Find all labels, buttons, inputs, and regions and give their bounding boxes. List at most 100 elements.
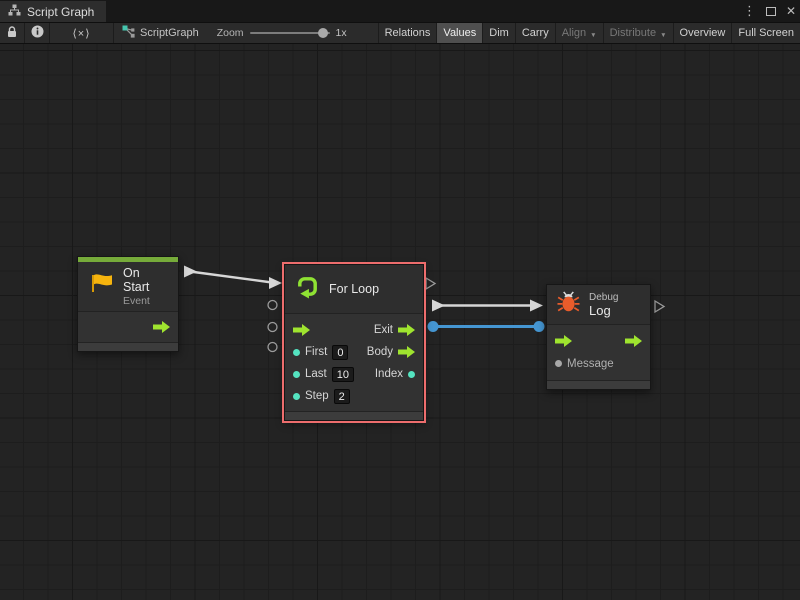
zoom-slider-handle[interactable] [318, 28, 328, 38]
bug-icon [557, 291, 580, 318]
exit-port-label: Exit [374, 324, 393, 336]
for-loop-title: For Loop [329, 282, 379, 296]
flow-arrow-icon [555, 335, 572, 347]
step-port-label: Step [305, 390, 329, 402]
flow-arrow-icon [398, 324, 415, 336]
debug-log-exit-port[interactable] [625, 335, 642, 347]
node-debug-log[interactable]: Debug Log [546, 284, 651, 390]
value-port-icon [293, 393, 300, 400]
connection-body-to-debuglog[interactable] [432, 300, 543, 312]
relations-button[interactable]: Relations [378, 23, 437, 43]
for-loop-body-port[interactable]: Body [367, 346, 415, 358]
last-port-unconnected-circle[interactable] [268, 323, 277, 332]
debug-log-header: Debug Log [547, 285, 650, 324]
flow-arrow-icon [625, 335, 642, 347]
on-start-title: On Start [123, 266, 168, 294]
script-graph-asset-icon [122, 25, 135, 41]
zoom-slider[interactable] [250, 32, 330, 34]
code-preview-button[interactable] [50, 23, 114, 43]
overview-label: Overview [680, 27, 726, 39]
align-button[interactable]: Align [555, 23, 603, 43]
code-icon [72, 27, 90, 40]
node-for-loop[interactable]: For Loop Exit [284, 264, 424, 421]
distribute-button[interactable]: Distribute [603, 23, 673, 43]
chevron-down-icon [590, 27, 596, 39]
graph-toolbar: ScriptGraph Zoom 1x Relations Values Dim… [0, 22, 800, 44]
last-port-label: Last [305, 368, 327, 380]
dim-button[interactable]: Dim [482, 23, 515, 43]
flow-arrow-icon [293, 324, 310, 336]
zoom-label: Zoom [217, 27, 244, 39]
for-loop-index-port[interactable]: Index [375, 368, 415, 380]
overview-button[interactable]: Overview [673, 23, 732, 43]
flow-arrow-icon [153, 321, 170, 333]
on-start-header: On Start Event [78, 262, 178, 311]
flow-arrow-icon [398, 346, 415, 358]
loop-icon [295, 274, 320, 304]
debug-log-category: Debug [589, 292, 618, 303]
on-start-subtitle: Event [123, 295, 168, 307]
full-screen-button[interactable]: Full Screen [731, 23, 800, 43]
step-value-input[interactable]: 2 [334, 389, 350, 404]
value-port-icon [293, 349, 300, 356]
lock-icon [7, 26, 17, 41]
first-port-label: First [305, 346, 327, 358]
on-start-body [78, 311, 178, 342]
values-label: Values [443, 27, 476, 39]
relations-label: Relations [385, 27, 431, 39]
info-button[interactable] [25, 23, 50, 43]
values-button[interactable]: Values [436, 23, 482, 43]
on-start-trigger-output-port[interactable] [153, 321, 170, 333]
last-value-input[interactable]: 10 [332, 367, 354, 382]
carry-label: Carry [522, 27, 549, 39]
zoom-value: 1x [336, 27, 347, 39]
exit-port-unconnected-arrow[interactable] [426, 278, 435, 289]
debug-log-ports: Message [547, 324, 650, 380]
debuglog-output-unconnected-arrow[interactable] [655, 301, 664, 312]
body-port-label: Body [367, 346, 393, 358]
for-loop-header: For Loop [285, 265, 423, 313]
first-port-unconnected-circle[interactable] [268, 301, 277, 310]
info-icon [31, 25, 44, 41]
index-port-label: Index [375, 368, 403, 380]
value-port-icon [293, 371, 300, 378]
message-port-label: Message [567, 358, 614, 370]
lock-button[interactable] [0, 23, 25, 43]
on-start-footer [78, 342, 178, 351]
step-port-unconnected-circle[interactable] [268, 343, 277, 352]
debug-log-footer [547, 380, 650, 389]
value-port-icon [408, 371, 415, 378]
node-on-start[interactable]: On Start Event [77, 256, 179, 352]
full-screen-label: Full Screen [738, 27, 794, 39]
tab-title: Script Graph [27, 5, 94, 19]
window-controls [743, 0, 796, 22]
close-icon[interactable] [786, 2, 796, 20]
for-loop-first-port[interactable]: First 0 [293, 345, 348, 360]
graph-name-label: ScriptGraph [140, 27, 199, 39]
connection-onstart-to-forloop[interactable] [184, 266, 282, 290]
flag-icon [88, 272, 114, 301]
script-graph-window: Script Graph [0, 0, 800, 600]
distribute-label: Distribute [610, 27, 656, 39]
first-value-input[interactable]: 0 [332, 345, 348, 360]
for-loop-enter-port[interactable] [293, 324, 310, 336]
zoom-control: Zoom 1x [209, 23, 355, 43]
debug-log-enter-port[interactable] [555, 335, 572, 347]
dim-label: Dim [489, 27, 509, 39]
align-label: Align [562, 27, 586, 39]
for-loop-ports: Exit First 0 Body [285, 313, 423, 411]
for-loop-last-port[interactable]: Last 10 [293, 367, 354, 382]
for-loop-exit-port[interactable]: Exit [374, 324, 415, 336]
tab-script-graph[interactable]: Script Graph [0, 1, 106, 22]
connection-index-to-message[interactable] [428, 321, 545, 332]
carry-button[interactable]: Carry [515, 23, 555, 43]
value-port-icon [555, 360, 562, 367]
chevron-down-icon [660, 27, 666, 39]
kebab-menu-icon[interactable] [743, 2, 756, 20]
maximize-icon[interactable] [766, 7, 776, 16]
graph-canvas[interactable]: On Start Event [0, 44, 800, 600]
for-loop-step-port[interactable]: Step 2 [293, 389, 350, 404]
for-loop-footer [285, 411, 423, 420]
graph-breadcrumb[interactable]: ScriptGraph [114, 23, 209, 43]
debug-log-message-port[interactable]: Message [555, 358, 614, 370]
